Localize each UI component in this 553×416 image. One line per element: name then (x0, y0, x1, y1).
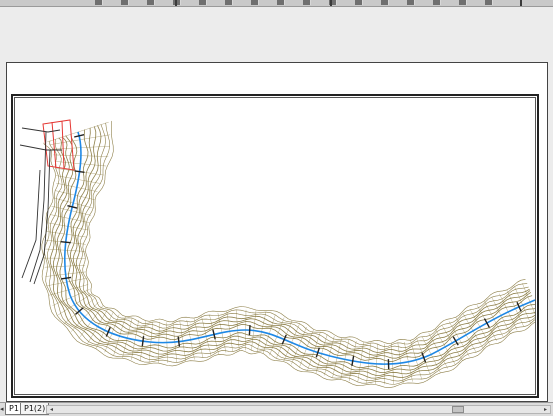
layout-tab-bar: ◂ P1 P1(2) ◂ ▸ (0, 402, 553, 416)
contour-line (70, 128, 530, 358)
contour-line (86, 121, 526, 343)
cross-section-tick (249, 325, 250, 335)
horizontal-scrollbar[interactable]: ◂ ▸ (46, 405, 551, 414)
contour-line (83, 123, 527, 347)
drawing-canvas[interactable] (0, 0, 553, 402)
contour-line (60, 134, 536, 369)
contour-line (79, 125, 528, 350)
terrain-contours (42, 121, 542, 388)
river-centerline (65, 132, 535, 364)
contour-line (68, 130, 532, 362)
contour-line (50, 138, 538, 378)
scroll-left-arrow-icon[interactable]: ◂ (47, 406, 56, 413)
cross-section-tick (61, 277, 71, 279)
cross-section-tick (352, 356, 354, 366)
access-roads (20, 128, 62, 284)
scrollbar-thumb[interactable] (452, 406, 464, 413)
tab-layout-p1-2[interactable]: P1(2) (20, 403, 49, 415)
scroll-right-arrow-icon[interactable]: ▸ (541, 406, 550, 413)
contour-line (53, 137, 538, 375)
contour-line (76, 126, 529, 353)
cross-section-tick (61, 242, 71, 243)
